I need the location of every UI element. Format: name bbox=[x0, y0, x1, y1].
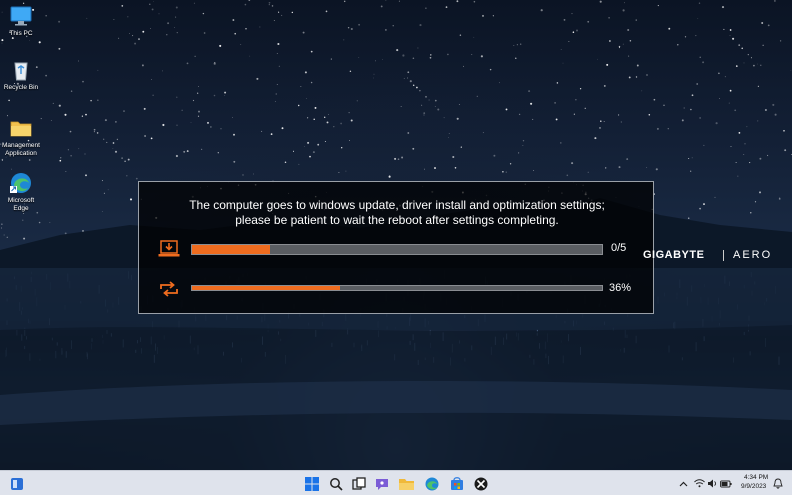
dialog-message: The computer goes to windows update, dri… bbox=[139, 198, 655, 228]
battery-button[interactable] bbox=[719, 475, 732, 492]
aero-logo: AERO bbox=[733, 249, 773, 261]
chevron-up-icon bbox=[679, 481, 687, 486]
notifications-button[interactable] bbox=[772, 475, 784, 492]
volume-button[interactable] bbox=[706, 475, 719, 492]
desktop-icon-label: Recycle Bin bbox=[3, 84, 39, 91]
store-icon bbox=[450, 476, 463, 490]
update-progress-label: 0/5 bbox=[611, 242, 627, 254]
desktop-icon-label: Management Application bbox=[2, 142, 40, 157]
task-view-button[interactable] bbox=[350, 475, 367, 492]
desktop-icon-this-pc[interactable]: This PC bbox=[0, 4, 42, 38]
speaker-icon bbox=[708, 479, 717, 488]
sync-icon bbox=[160, 281, 178, 297]
show-desktop-widget-button[interactable] bbox=[8, 475, 25, 492]
xbox-button[interactable] bbox=[472, 475, 489, 492]
download-icon bbox=[158, 240, 180, 257]
edge-icon bbox=[425, 477, 438, 490]
recycle-bin-icon bbox=[14, 62, 28, 81]
windows-logo-icon bbox=[304, 476, 319, 491]
edge-icon bbox=[10, 173, 31, 193]
search-icon bbox=[329, 477, 343, 491]
xbox-icon bbox=[474, 477, 487, 490]
optimize-progress-bar bbox=[191, 285, 603, 291]
search-button[interactable] bbox=[327, 475, 344, 492]
task-view-icon bbox=[351, 476, 366, 490]
wifi-button[interactable] bbox=[693, 475, 706, 492]
chat-button[interactable] bbox=[373, 475, 390, 492]
desktop-icon-label: Microsoft Edge bbox=[7, 197, 35, 212]
monitor-icon bbox=[10, 6, 32, 26]
optimize-progress-label: 36% bbox=[609, 282, 632, 294]
desktop-icon-microsoft-edge[interactable]: Microsoft Edge bbox=[0, 171, 42, 213]
folder-icon bbox=[10, 121, 32, 137]
wifi-icon bbox=[694, 479, 705, 488]
file-explorer-button[interactable] bbox=[398, 475, 415, 492]
start-button[interactable] bbox=[303, 475, 320, 492]
gigabyte-logo: GIGABYTE bbox=[643, 249, 705, 261]
message-line-1: The computer goes to windows update, dri… bbox=[189, 198, 605, 212]
battery-icon bbox=[719, 480, 732, 487]
desktop-icon-management-application[interactable]: Management Application bbox=[0, 116, 42, 158]
show-hidden-icons-button[interactable] bbox=[677, 475, 689, 492]
clock-time[interactable]: 4:34 PM bbox=[744, 474, 768, 481]
message-line-2: please be patient to wait the reboot aft… bbox=[235, 213, 559, 227]
clock-date[interactable]: 9/9/2023 bbox=[741, 483, 766, 490]
desktop-icon-recycle-bin[interactable]: Recycle Bin bbox=[0, 58, 42, 92]
optimize-progress-fill bbox=[192, 286, 340, 290]
brand-divider bbox=[723, 250, 724, 261]
update-progress-fill bbox=[192, 245, 270, 254]
widgets-panel-icon bbox=[10, 477, 23, 490]
edge-taskbar-button[interactable] bbox=[423, 475, 440, 492]
bell-icon bbox=[773, 478, 783, 489]
taskbar: 4:34 PM 9/9/2023 bbox=[0, 470, 792, 495]
desktop-icon-label: This PC bbox=[9, 30, 33, 37]
update-progress-bar bbox=[191, 244, 603, 255]
store-button[interactable] bbox=[448, 475, 465, 492]
chat-icon bbox=[375, 478, 388, 490]
progress-dialog: The computer goes to windows update, dri… bbox=[138, 181, 654, 314]
file-explorer-icon bbox=[399, 478, 414, 490]
